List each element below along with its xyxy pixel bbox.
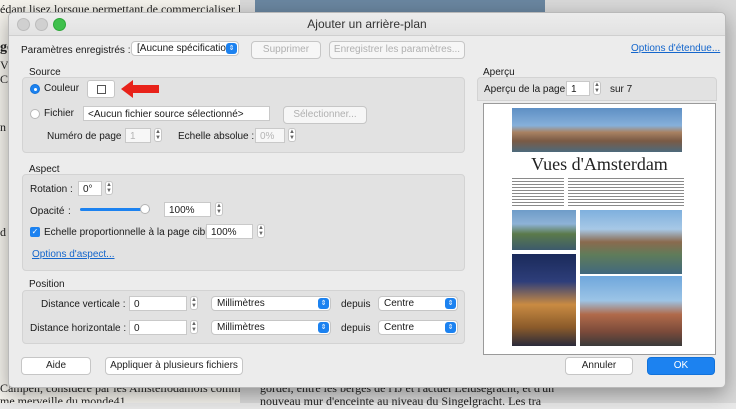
- horizontal-from-value: Centre: [384, 322, 415, 333]
- horizontal-from-select[interactable]: Centre ⇕: [378, 320, 458, 335]
- preview-photo-bridge: [580, 210, 682, 274]
- vertical-distance-stepper[interactable]: ▲ ▼: [190, 296, 198, 310]
- preview-page: Vues d'Amsterdam: [483, 103, 716, 355]
- range-options-link[interactable]: Options d'étendue...: [631, 43, 720, 54]
- position-group: Distance verticale : 0 ▲ ▼ Millimètres ⇕ …: [22, 290, 465, 344]
- add-background-dialog: Ajouter un arrière-plan Paramètres enreg…: [8, 12, 726, 388]
- background-text-line: d: [0, 225, 6, 239]
- preview-controls: Aperçu de la page 1 ▲ ▼ sur 7: [477, 77, 717, 101]
- color-swatch-button[interactable]: [87, 80, 115, 98]
- background-text-line: me merveille du monde41: [0, 394, 126, 403]
- horizontal-distance-label: Distance horizontale :: [30, 323, 127, 334]
- preview-page-field[interactable]: 1: [566, 81, 590, 96]
- chevron-updown-icon: ⇕: [318, 298, 329, 309]
- background-text-line: C: [0, 72, 9, 86]
- horizontal-unit-value: Millimètres: [217, 322, 265, 333]
- file-radio[interactable]: [30, 109, 40, 119]
- chevron-updown-icon: ⇕: [318, 322, 329, 333]
- preview-text-block: [602, 176, 684, 206]
- chevron-updown-icon: ⇕: [226, 43, 237, 54]
- opacity-slider-handle[interactable]: [140, 204, 150, 214]
- horizontal-distance-stepper[interactable]: ▲ ▼: [190, 320, 198, 334]
- save-settings-button[interactable]: Enregistrer les paramètres...: [329, 41, 465, 59]
- opacity-field[interactable]: 100%: [164, 202, 211, 217]
- preview-page-label: Aperçu de la page: [484, 84, 566, 95]
- file-label: Fichier: [44, 108, 75, 119]
- saved-settings-label: Paramètres enregistrés :: [21, 45, 131, 56]
- preview-page-stepper[interactable]: ▲ ▼: [593, 81, 601, 95]
- absolute-scale-field[interactable]: 0%: [255, 128, 285, 143]
- color-label: Couleur: [44, 83, 80, 94]
- proportional-scale-stepper[interactable]: ▲ ▼: [257, 224, 265, 238]
- chevron-updown-icon: ⇕: [445, 322, 456, 333]
- vertical-from-value: Centre: [384, 298, 415, 309]
- vertical-distance-label: Distance verticale :: [41, 299, 126, 310]
- select-file-button[interactable]: Sélectionner...: [283, 106, 367, 124]
- preview-text-block: [512, 176, 564, 206]
- rotation-field[interactable]: 0°: [78, 181, 102, 196]
- aspect-group: Rotation : 0° ▲ ▼ Opacité : 100% ▲ ▼ ✓ Ech…: [22, 174, 465, 271]
- vertical-unit-select[interactable]: Millimètres ⇕: [211, 296, 331, 311]
- horizontal-unit-select[interactable]: Millimètres ⇕: [211, 320, 331, 335]
- apply-multiple-files-button[interactable]: Appliquer à plusieurs fichiers: [105, 357, 243, 375]
- dialog-title: Ajouter un arrière-plan: [307, 17, 427, 31]
- preview-photo-palace: [512, 254, 576, 346]
- horizontal-from-label: depuis: [341, 323, 371, 334]
- vertical-from-select[interactable]: Centre ⇕: [378, 296, 458, 311]
- help-button[interactable]: Aide: [21, 357, 91, 375]
- absolute-scale-stepper[interactable]: ▲ ▼: [288, 128, 296, 142]
- preview-document-title: Vues d'Amsterdam: [531, 154, 668, 174]
- source-file-field[interactable]: <Aucun fichier source sélectionné>: [83, 106, 270, 121]
- saved-settings-select[interactable]: [Aucune spécification] ⇕: [131, 41, 239, 56]
- delete-button[interactable]: Supprimer: [251, 41, 321, 59]
- preview-banner-photo: [512, 108, 682, 152]
- page-number-field[interactable]: 1: [125, 128, 151, 143]
- rotation-stepper[interactable]: ▲ ▼: [105, 181, 113, 195]
- horizontal-distance-field[interactable]: 0: [129, 320, 187, 335]
- background-text-line: nouveau mur d'enceinte au niveau du Sing…: [260, 394, 542, 408]
- color-radio[interactable]: [30, 84, 40, 94]
- rotation-label: Rotation :: [30, 184, 73, 195]
- opacity-label: Opacité: [30, 206, 65, 217]
- opacity-colon: :: [68, 206, 71, 217]
- position-heading: Position: [29, 279, 65, 290]
- proportional-scale-field[interactable]: 100%: [206, 224, 253, 239]
- preview-page-total: sur 7: [610, 84, 633, 95]
- proportional-scale-label: Echelle proportionnelle à la page cible: [44, 227, 214, 238]
- aspect-options-link[interactable]: Options d'aspect...: [32, 249, 115, 260]
- opacity-stepper[interactable]: ▲ ▼: [215, 202, 223, 216]
- preview-photo-houses: [580, 276, 682, 346]
- source-group: Couleur Fichier <Aucun fichier source sé…: [22, 77, 465, 153]
- absolute-scale-label: Echelle absolue :: [178, 131, 255, 142]
- red-arrow-icon: [121, 80, 159, 98]
- cancel-button[interactable]: Annuler: [565, 357, 633, 375]
- page-number-stepper[interactable]: ▲ ▼: [154, 128, 162, 142]
- ok-button[interactable]: OK: [647, 357, 715, 375]
- vertical-unit-value: Millimètres: [217, 298, 265, 309]
- chevron-updown-icon: ⇕: [445, 298, 456, 309]
- preview-photo-canal: [512, 210, 576, 250]
- page-number-label: Numéro de page :: [47, 131, 128, 142]
- vertical-distance-field[interactable]: 0: [129, 296, 187, 311]
- color-swatch: [97, 85, 106, 94]
- opacity-slider-track[interactable]: [80, 204, 150, 214]
- background-text-line: n: [0, 120, 6, 134]
- title-bar: Ajouter un arrière-plan: [9, 13, 725, 36]
- saved-settings-value: [Aucune spécification]: [137, 43, 235, 54]
- proportional-scale-checkbox[interactable]: ✓: [30, 227, 40, 237]
- vertical-from-label: depuis: [341, 299, 371, 310]
